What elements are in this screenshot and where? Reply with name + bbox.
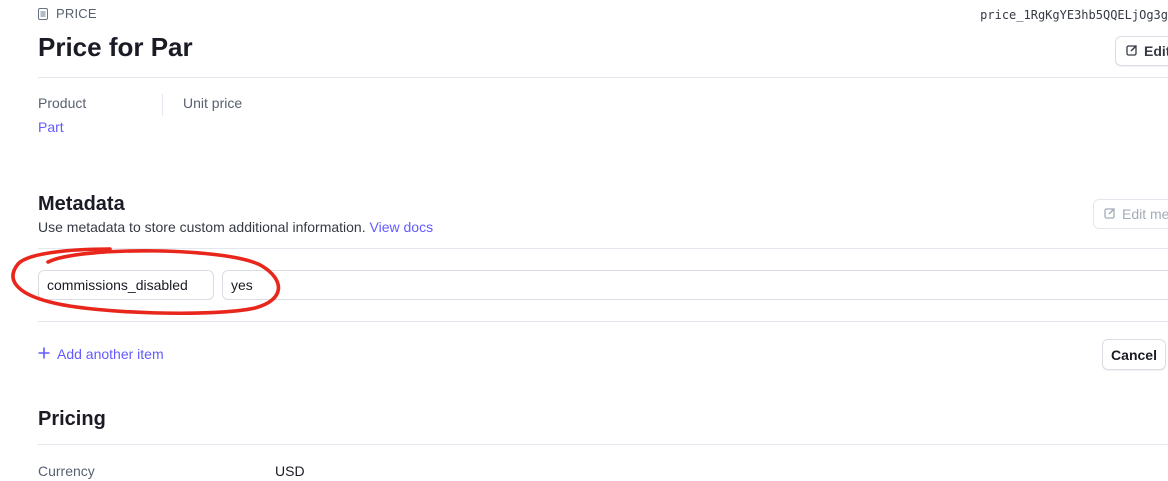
- product-link[interactable]: Part: [38, 119, 64, 135]
- edit-metadata-button[interactable]: Edit me: [1093, 199, 1168, 229]
- edit-metadata-label: Edit me: [1122, 206, 1168, 222]
- edit-button[interactable]: Edit: [1115, 36, 1168, 66]
- edit-icon: [1104, 206, 1116, 222]
- metadata-top-divider: [38, 248, 1168, 249]
- edit-button-label: Edit: [1144, 43, 1168, 59]
- metadata-value-input[interactable]: [222, 270, 1168, 300]
- metadata-key-input[interactable]: [38, 270, 214, 300]
- page-title: Price for Par: [38, 32, 193, 62]
- view-docs-link[interactable]: View docs: [370, 219, 434, 235]
- unit-price-label: Unit price: [183, 95, 243, 111]
- pricing-title: Pricing: [38, 408, 106, 430]
- header-divider: [38, 77, 1168, 78]
- document-icon: [38, 7, 48, 20]
- edit-icon: [1126, 43, 1138, 59]
- page-eyebrow: PRICE: [38, 6, 97, 21]
- add-another-item-label: Add another item: [57, 346, 164, 362]
- plus-icon: [38, 346, 50, 362]
- add-another-item-button[interactable]: Add another item: [38, 346, 164, 362]
- metadata-title: Metadata: [38, 193, 125, 215]
- eyebrow-label: PRICE: [56, 6, 97, 21]
- price-id[interactable]: price_1RgKgYE3hb5QQELjOg3g: [980, 8, 1168, 22]
- cancel-button[interactable]: Cancel: [1102, 339, 1166, 370]
- metadata-description: Use metadata to store custom additional …: [38, 219, 433, 235]
- pricing-divider: [38, 444, 1168, 445]
- metadata-description-text: Use metadata to store custom additional …: [38, 219, 366, 235]
- product-label: Product: [38, 95, 87, 111]
- metadata-bottom-divider: [38, 321, 1168, 322]
- summary-separator: [162, 94, 163, 116]
- annotation-circle: [11, 247, 281, 316]
- currency-value: USD: [275, 463, 305, 479]
- currency-label: Currency: [38, 463, 95, 479]
